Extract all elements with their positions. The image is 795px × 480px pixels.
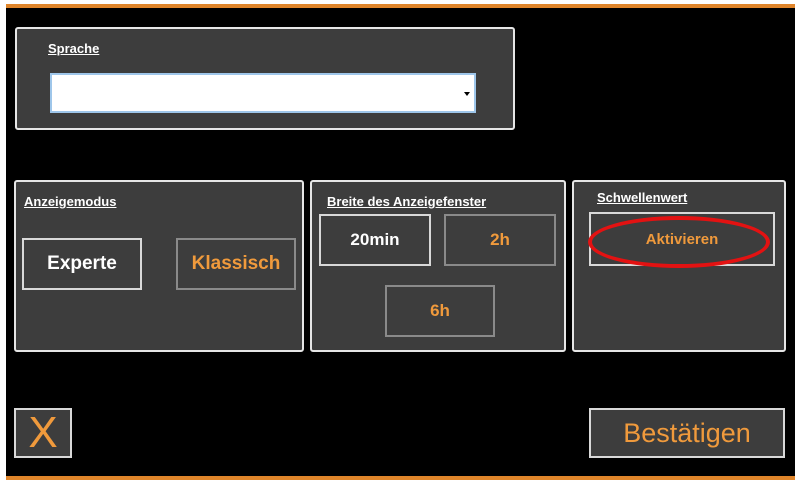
language-dropdown[interactable]	[50, 73, 476, 113]
chevron-down-icon[interactable]	[464, 92, 470, 96]
window-width-panel: Breite des Anzeigefenster 20min 2h 6h	[310, 180, 566, 352]
highlight-circle	[588, 216, 770, 268]
confirm-button[interactable]: Bestätigen	[589, 408, 785, 458]
confirm-label: Bestätigen	[623, 417, 751, 448]
classic-mode-button[interactable]: Klassisch	[176, 238, 296, 290]
width-6h-button[interactable]: 6h	[385, 285, 495, 337]
width-6h-label: 6h	[430, 301, 450, 320]
width-20min-button[interactable]: 20min	[319, 214, 431, 266]
threshold-panel: Schwellenwert Aktivieren	[572, 180, 786, 352]
display-mode-panel-title: Anzeigemodus	[24, 194, 117, 209]
settings-screen: Sprache Anzeigemodus Experte Klassisch B…	[6, 4, 795, 480]
window-width-panel-title: Breite des Anzeigefenster	[327, 194, 487, 209]
language-panel: Sprache	[15, 27, 515, 130]
expert-mode-button[interactable]: Experte	[22, 238, 142, 290]
close-icon: X	[28, 408, 58, 457]
close-button[interactable]: X	[14, 408, 72, 458]
threshold-panel-title: Schwellenwert	[597, 190, 688, 205]
classic-mode-label: Klassisch	[191, 253, 281, 274]
expert-mode-label: Experte	[47, 253, 117, 274]
width-2h-label: 2h	[490, 230, 510, 249]
language-panel-title: Sprache	[48, 41, 100, 56]
width-2h-button[interactable]: 2h	[444, 214, 556, 266]
width-20min-label: 20min	[350, 230, 400, 249]
display-mode-panel: Anzeigemodus Experte Klassisch	[14, 180, 304, 352]
